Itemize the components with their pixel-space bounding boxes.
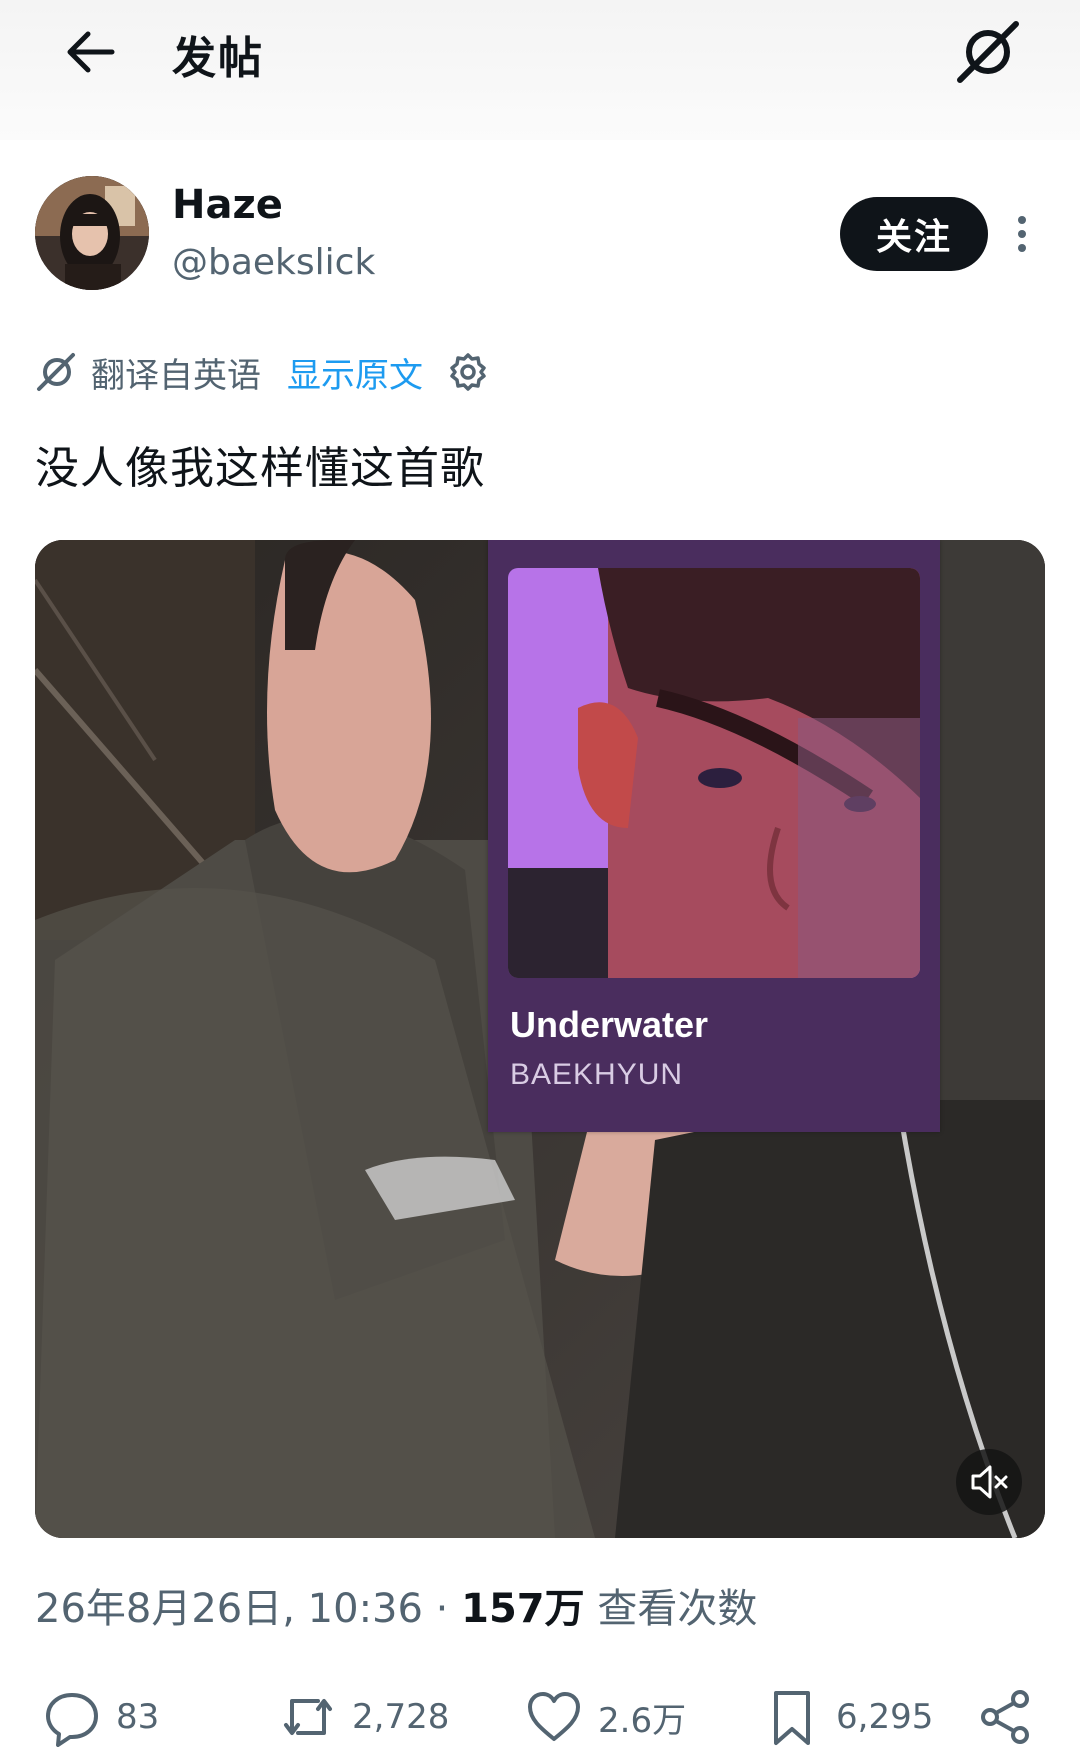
user-handle[interactable]: @baekslick	[172, 242, 375, 283]
song-title: Underwater	[510, 1004, 709, 1045]
post-text: 没人像我这样懂这首歌	[35, 443, 485, 494]
reply-bubble-icon	[46, 1693, 98, 1747]
page-title: 发帖	[172, 33, 264, 84]
reply-button[interactable]: 83	[42, 1682, 159, 1752]
follow-button[interactable]: 关注	[840, 197, 988, 271]
translate-logo-icon	[37, 353, 75, 391]
share-button[interactable]	[976, 1682, 1050, 1752]
post-meta: 26年8月26日, 10:36 · 157万 查看次数	[35, 1576, 757, 1634]
views-count[interactable]: 157万	[461, 1586, 585, 1632]
post-video[interactable]: Underwater BAEKHYUN	[35, 540, 1045, 1538]
app-logo-icon[interactable]	[952, 20, 1022, 84]
display-name[interactable]: Haze	[172, 182, 283, 228]
repost-icon	[284, 1699, 332, 1735]
bookmark-count: 6,295	[836, 1697, 934, 1737]
gear-icon[interactable]	[447, 351, 489, 393]
bookmark-button[interactable]: 6,295	[762, 1682, 933, 1752]
like-count: 2.6万	[598, 1700, 687, 1741]
share-icon	[981, 1690, 1029, 1744]
mute-button[interactable]	[956, 1449, 1022, 1515]
translated-from-label: 翻译自英语	[91, 355, 261, 396]
top-bar: 发帖	[0, 0, 1080, 140]
avatar[interactable]	[35, 176, 149, 290]
more-dot-icon	[1018, 230, 1026, 238]
repost-count: 2,728	[352, 1697, 450, 1737]
arrow-left-icon	[67, 31, 115, 73]
more-dot-icon	[1018, 216, 1026, 224]
action-bar: 83 2,728 2.6万 6,295	[0, 1682, 1080, 1752]
repost-button[interactable]: 2,728	[278, 1682, 449, 1752]
song-artist: BAEKHYUN	[510, 1058, 684, 1091]
meta-separator: ·	[435, 1586, 449, 1632]
bookmark-icon	[774, 1691, 810, 1745]
post-timestamp: 26年8月26日, 10:36	[35, 1586, 423, 1632]
show-original-link[interactable]: 显示原文	[287, 348, 423, 397]
music-card[interactable]: Underwater BAEKHYUN	[488, 540, 940, 1132]
like-button[interactable]: 2.6万	[524, 1682, 686, 1752]
heart-icon	[528, 1692, 580, 1741]
reply-count: 83	[116, 1697, 160, 1737]
album-cover-image	[508, 568, 920, 978]
views-label[interactable]: 查看次数	[597, 1586, 757, 1632]
back-button[interactable]	[62, 28, 118, 76]
volume-muted-icon	[971, 1465, 1008, 1499]
more-options-button[interactable]	[1010, 212, 1034, 256]
more-dot-icon	[1018, 244, 1026, 252]
translation-row: 翻译自英语 显示原文	[35, 346, 489, 398]
